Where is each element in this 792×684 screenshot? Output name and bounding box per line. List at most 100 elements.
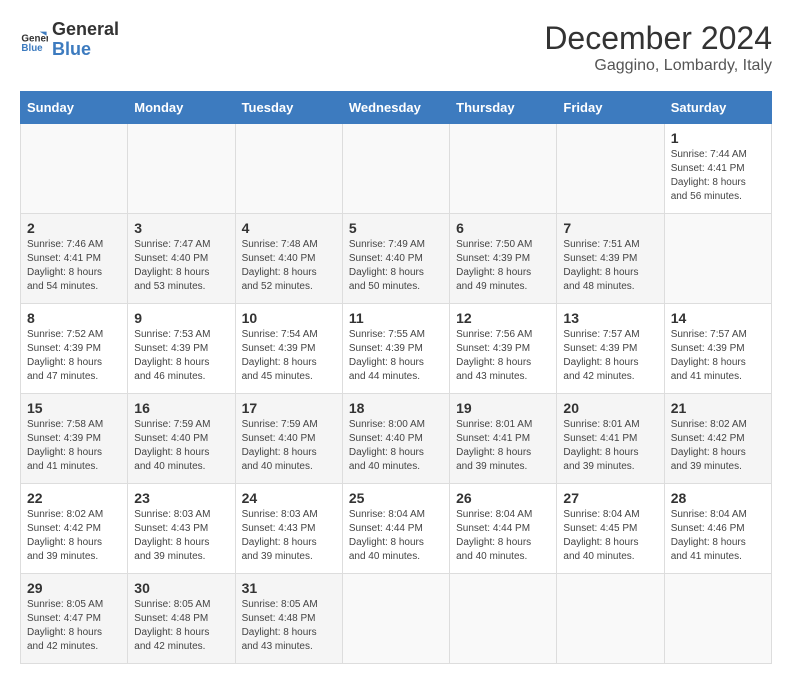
day-info: Sunrise: 7:54 AMSunset: 4:39 PMDaylight:… <box>242 329 318 382</box>
calendar-day-3: 3 Sunrise: 7:47 AMSunset: 4:40 PMDayligh… <box>128 214 235 304</box>
day-number: 6 <box>456 220 550 236</box>
day-number: 15 <box>27 400 121 416</box>
empty-cell <box>235 124 342 214</box>
day-info: Sunrise: 8:03 AMSunset: 4:43 PMDaylight:… <box>134 509 210 562</box>
calendar-day-13: 13 Sunrise: 7:57 AMSunset: 4:39 PMDaylig… <box>557 304 664 394</box>
month-title: December 2024 <box>544 20 772 57</box>
day-info: Sunrise: 7:57 AMSunset: 4:39 PMDaylight:… <box>671 329 747 382</box>
logo: General Blue General Blue <box>20 20 119 60</box>
calendar-day-1: 1 Sunrise: 7:44 AMSunset: 4:41 PMDayligh… <box>664 124 771 214</box>
calendar-day-31: 31 Sunrise: 8:05 AMSunset: 4:48 PMDaylig… <box>235 574 342 664</box>
day-number: 10 <box>242 310 336 326</box>
calendar-week-row: 29 Sunrise: 8:05 AMSunset: 4:47 PMDaylig… <box>21 574 772 664</box>
empty-cell <box>342 124 449 214</box>
calendar-week-row: 1 Sunrise: 7:44 AMSunset: 4:41 PMDayligh… <box>21 124 772 214</box>
day-number: 23 <box>134 490 228 506</box>
calendar-day-27: 27 Sunrise: 8:04 AMSunset: 4:45 PMDaylig… <box>557 484 664 574</box>
day-info: Sunrise: 8:04 AMSunset: 4:46 PMDaylight:… <box>671 509 747 562</box>
day-number: 18 <box>349 400 443 416</box>
day-info: Sunrise: 7:48 AMSunset: 4:40 PMDaylight:… <box>242 239 318 292</box>
calendar-day-9: 9 Sunrise: 7:53 AMSunset: 4:39 PMDayligh… <box>128 304 235 394</box>
day-info: Sunrise: 7:59 AMSunset: 4:40 PMDaylight:… <box>242 419 318 472</box>
calendar-week-row: 22 Sunrise: 8:02 AMSunset: 4:42 PMDaylig… <box>21 484 772 574</box>
day-info: Sunrise: 7:46 AMSunset: 4:41 PMDaylight:… <box>27 239 103 292</box>
day-info: Sunrise: 8:01 AMSunset: 4:41 PMDaylight:… <box>456 419 532 472</box>
day-info: Sunrise: 7:50 AMSunset: 4:39 PMDaylight:… <box>456 239 532 292</box>
calendar-day-20: 20 Sunrise: 8:01 AMSunset: 4:41 PMDaylig… <box>557 394 664 484</box>
empty-cell <box>664 214 771 304</box>
day-number: 20 <box>563 400 657 416</box>
day-info: Sunrise: 7:47 AMSunset: 4:40 PMDaylight:… <box>134 239 210 292</box>
svg-text:Blue: Blue <box>21 43 43 54</box>
day-info: Sunrise: 7:44 AMSunset: 4:41 PMDaylight:… <box>671 149 747 202</box>
column-header-sunday: Sunday <box>21 92 128 124</box>
day-number: 27 <box>563 490 657 506</box>
day-number: 29 <box>27 580 121 596</box>
day-info: Sunrise: 8:05 AMSunset: 4:48 PMDaylight:… <box>242 599 318 652</box>
calendar-day-16: 16 Sunrise: 7:59 AMSunset: 4:40 PMDaylig… <box>128 394 235 484</box>
day-number: 26 <box>456 490 550 506</box>
logo-line2: Blue <box>52 40 119 60</box>
calendar-day-2: 2 Sunrise: 7:46 AMSunset: 4:41 PMDayligh… <box>21 214 128 304</box>
column-header-friday: Friday <box>557 92 664 124</box>
empty-cell <box>557 124 664 214</box>
day-number: 22 <box>27 490 121 506</box>
day-number: 11 <box>349 310 443 326</box>
calendar-day-21: 21 Sunrise: 8:02 AMSunset: 4:42 PMDaylig… <box>664 394 771 484</box>
day-number: 25 <box>349 490 443 506</box>
day-info: Sunrise: 7:58 AMSunset: 4:39 PMDaylight:… <box>27 419 103 472</box>
day-info: Sunrise: 7:53 AMSunset: 4:39 PMDaylight:… <box>134 329 210 382</box>
day-info: Sunrise: 7:55 AMSunset: 4:39 PMDaylight:… <box>349 329 425 382</box>
day-number: 13 <box>563 310 657 326</box>
calendar-day-17: 17 Sunrise: 7:59 AMSunset: 4:40 PMDaylig… <box>235 394 342 484</box>
calendar-day-29: 29 Sunrise: 8:05 AMSunset: 4:47 PMDaylig… <box>21 574 128 664</box>
day-info: Sunrise: 8:04 AMSunset: 4:44 PMDaylight:… <box>456 509 532 562</box>
empty-cell <box>557 574 664 664</box>
calendar-day-5: 5 Sunrise: 7:49 AMSunset: 4:40 PMDayligh… <box>342 214 449 304</box>
day-info: Sunrise: 8:02 AMSunset: 4:42 PMDaylight:… <box>27 509 103 562</box>
day-number: 4 <box>242 220 336 236</box>
calendar-table: SundayMondayTuesdayWednesdayThursdayFrid… <box>20 91 772 664</box>
day-info: Sunrise: 7:51 AMSunset: 4:39 PMDaylight:… <box>563 239 639 292</box>
day-info: Sunrise: 7:59 AMSunset: 4:40 PMDaylight:… <box>134 419 210 472</box>
logo-line1: General <box>52 20 119 40</box>
header: General Blue General Blue December 2024 … <box>20 20 772 75</box>
day-info: Sunrise: 7:56 AMSunset: 4:39 PMDaylight:… <box>456 329 532 382</box>
day-info: Sunrise: 8:04 AMSunset: 4:45 PMDaylight:… <box>563 509 639 562</box>
calendar-day-10: 10 Sunrise: 7:54 AMSunset: 4:39 PMDaylig… <box>235 304 342 394</box>
calendar-day-11: 11 Sunrise: 7:55 AMSunset: 4:39 PMDaylig… <box>342 304 449 394</box>
column-header-thursday: Thursday <box>450 92 557 124</box>
calendar-day-19: 19 Sunrise: 8:01 AMSunset: 4:41 PMDaylig… <box>450 394 557 484</box>
calendar-day-28: 28 Sunrise: 8:04 AMSunset: 4:46 PMDaylig… <box>664 484 771 574</box>
day-info: Sunrise: 7:49 AMSunset: 4:40 PMDaylight:… <box>349 239 425 292</box>
day-number: 31 <box>242 580 336 596</box>
calendar-week-row: 8 Sunrise: 7:52 AMSunset: 4:39 PMDayligh… <box>21 304 772 394</box>
day-number: 17 <box>242 400 336 416</box>
empty-cell <box>21 124 128 214</box>
day-info: Sunrise: 8:00 AMSunset: 4:40 PMDaylight:… <box>349 419 425 472</box>
empty-cell <box>664 574 771 664</box>
logo-icon: General Blue <box>20 26 48 54</box>
calendar-week-row: 2 Sunrise: 7:46 AMSunset: 4:41 PMDayligh… <box>21 214 772 304</box>
day-number: 7 <box>563 220 657 236</box>
day-number: 2 <box>27 220 121 236</box>
day-number: 9 <box>134 310 228 326</box>
day-info: Sunrise: 8:03 AMSunset: 4:43 PMDaylight:… <box>242 509 318 562</box>
calendar-day-18: 18 Sunrise: 8:00 AMSunset: 4:40 PMDaylig… <box>342 394 449 484</box>
calendar-day-26: 26 Sunrise: 8:04 AMSunset: 4:44 PMDaylig… <box>450 484 557 574</box>
day-number: 24 <box>242 490 336 506</box>
location-title: Gaggino, Lombardy, Italy <box>544 57 772 75</box>
calendar-day-30: 30 Sunrise: 8:05 AMSunset: 4:48 PMDaylig… <box>128 574 235 664</box>
empty-cell <box>450 124 557 214</box>
empty-cell <box>450 574 557 664</box>
calendar-day-6: 6 Sunrise: 7:50 AMSunset: 4:39 PMDayligh… <box>450 214 557 304</box>
day-number: 16 <box>134 400 228 416</box>
day-number: 14 <box>671 310 765 326</box>
calendar-week-row: 15 Sunrise: 7:58 AMSunset: 4:39 PMDaylig… <box>21 394 772 484</box>
column-header-wednesday: Wednesday <box>342 92 449 124</box>
title-area: December 2024 Gaggino, Lombardy, Italy <box>544 20 772 75</box>
day-info: Sunrise: 8:05 AMSunset: 4:47 PMDaylight:… <box>27 599 103 652</box>
day-number: 3 <box>134 220 228 236</box>
empty-cell <box>128 124 235 214</box>
day-number: 21 <box>671 400 765 416</box>
